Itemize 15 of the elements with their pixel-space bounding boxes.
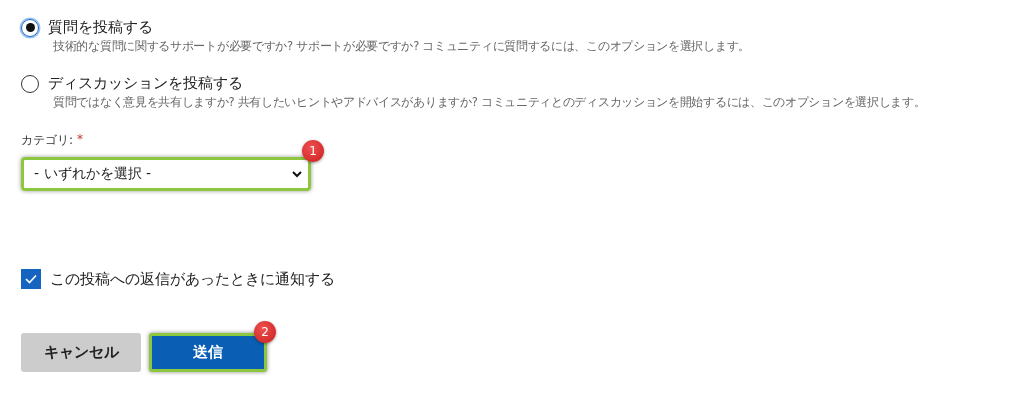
checkmark-icon (25, 274, 37, 284)
checkbox[interactable] (21, 269, 41, 289)
option-title: 質問を投稿する (48, 18, 153, 37)
radio-button[interactable] (21, 18, 39, 37)
checkbox-label: この投稿への返信があったときに通知する (50, 269, 335, 289)
chevron-down-icon (292, 170, 302, 178)
option-description: 技術的な質問に関するサポートが必要ですか? サポートが必要ですか? コミュニティに質問するには、このオプションを選択します。 (53, 39, 751, 54)
cancel-button[interactable]: キャンセル (21, 333, 141, 372)
step-marker: 1 (302, 140, 324, 162)
field-label: カテゴリ: (21, 132, 74, 149)
step-marker: 2 (254, 321, 276, 343)
required-mark: * (77, 132, 84, 148)
option-title: ディスカッションを投稿する (48, 74, 243, 93)
category-dropdown[interactable]: - いずれかを選択 - (21, 157, 311, 191)
option-description: 質問ではなく意見を共有しますか? 共有したいヒントやアドバイスがありますか? コミュニティとのディスカッションを開始するには、このオプションを選択します。 (53, 95, 927, 110)
